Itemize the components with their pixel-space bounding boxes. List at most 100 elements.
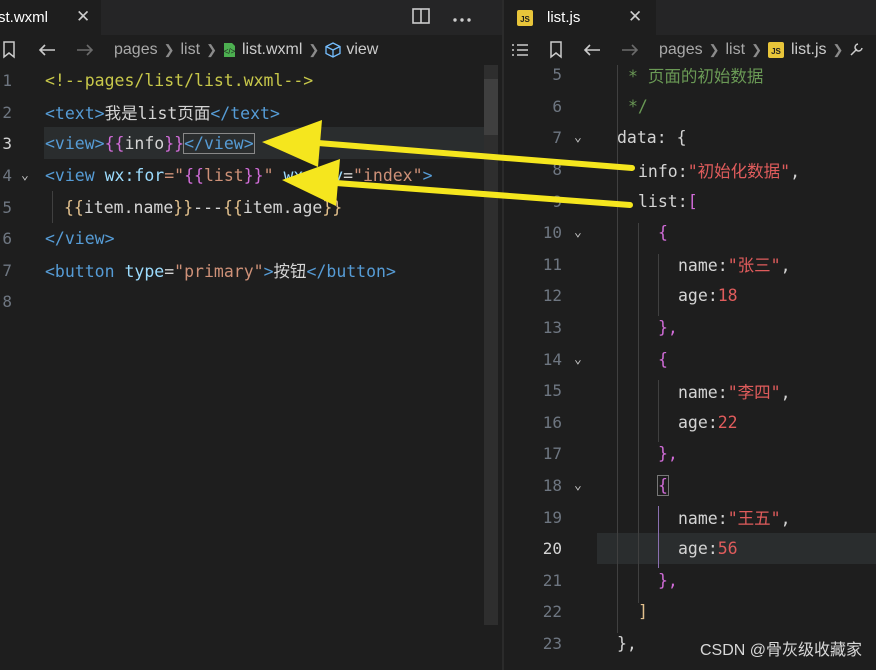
line-number: 6 — [2, 229, 12, 249]
code-text: <!--pages/list/list.wxml--> — [45, 71, 314, 91]
line-number: 21 — [542, 570, 562, 590]
right-tab-bar: JS list.js ✕ — [504, 0, 876, 35]
breadcrumb-item-list[interactable]: list — [181, 41, 201, 59]
more-actions-icon[interactable] — [452, 8, 472, 27]
code-line: 11 name:"张三", — [504, 249, 876, 281]
code-text: data: { — [617, 128, 687, 148]
code-text: list:[ — [638, 191, 698, 211]
breadcrumb-item-symbol[interactable]: view — [346, 41, 378, 59]
tab-list-wxml[interactable]: st.wxml ✕ — [0, 0, 101, 35]
line-number: 7 — [552, 128, 562, 148]
line-number: 2 — [2, 102, 12, 122]
back-arrow-icon[interactable] — [38, 43, 56, 57]
code-text: }, — [617, 634, 637, 654]
forward-arrow-icon[interactable] — [621, 43, 639, 57]
code-line: 7 <button type="primary">按钮</button> — [0, 255, 502, 287]
wxml-editor[interactable]: 1 <!--pages/list/list.wxml--> 2 <text>我是… — [0, 65, 502, 670]
code-text: <view>{{info}}</view> — [45, 133, 255, 155]
wxml-file-icon: </> — [223, 42, 236, 58]
code-line: 16 age:22 — [504, 407, 876, 439]
line-number: 9 — [552, 191, 562, 211]
line-number: 8 — [552, 160, 562, 180]
code-line: 21 }, — [504, 565, 876, 597]
code-line: 3 <view>{{info}}</view> — [0, 128, 502, 160]
line-number: 10 — [542, 223, 562, 243]
code-text: <text>我是list页面</text> — [45, 104, 280, 124]
code-text: * 页面的初始数据 — [628, 66, 764, 86]
line-number: 8 — [2, 292, 12, 312]
line-number: 4 — [2, 166, 12, 186]
breadcrumb-item-list[interactable]: list — [726, 41, 746, 59]
line-number: 23 — [542, 634, 562, 654]
tab-list-js[interactable]: JS list.js ✕ — [504, 0, 656, 35]
code-line: 5 * 页面的初始数据 — [504, 59, 876, 91]
line-number: 17 — [542, 444, 562, 464]
bookmark-icon[interactable] — [549, 41, 563, 59]
code-text: age:22 — [678, 412, 738, 432]
line-number: 15 — [542, 381, 562, 401]
chevron-down-icon[interactable]: ⌄ — [574, 225, 582, 240]
breadcrumb-item-pages[interactable]: pages — [659, 41, 703, 59]
chevron-down-icon[interactable]: ⌄ — [574, 478, 582, 493]
breadcrumb-item-file[interactable]: list.js — [791, 41, 827, 59]
tab-label: st.wxml — [0, 9, 48, 26]
chevron-right-icon: ❯ — [708, 42, 720, 57]
code-text: }, — [658, 318, 678, 338]
code-line: 20 age:56 — [504, 533, 876, 565]
line-number: 20 — [542, 539, 562, 559]
line-number: 19 — [542, 507, 562, 527]
line-number: 18 — [542, 476, 562, 496]
breadcrumb: pages ❯ list ❯ </> list.wxml ❯ view — [0, 35, 502, 65]
code-text: { — [658, 349, 668, 369]
line-number: 3 — [2, 134, 12, 154]
chevron-down-icon[interactable]: ⌄ — [21, 168, 29, 183]
js-file-icon: JS — [517, 9, 533, 26]
code-line: 8 info:"初始化数据", — [504, 154, 876, 186]
close-icon[interactable]: ✕ — [628, 7, 642, 27]
back-arrow-icon[interactable] — [583, 43, 601, 57]
bookmark-icon[interactable] — [2, 41, 16, 59]
breadcrumb-item-file[interactable]: list.wxml — [242, 41, 302, 59]
code-line: 6 */ — [504, 91, 876, 123]
left-tab-bar: st.wxml ✕ — [0, 0, 502, 35]
code-text: </view> — [45, 229, 115, 249]
chevron-right-icon: ❯ — [832, 42, 844, 57]
js-file-icon: JS — [767, 42, 784, 58]
breadcrumb-item-pages[interactable]: pages — [114, 41, 158, 59]
close-icon[interactable]: ✕ — [76, 7, 90, 27]
code-line: 19 name:"王五", — [504, 501, 876, 533]
right-editor-pane: JS list.js ✕ pages ❯ list ❯ JS list.js ❯ — [504, 0, 876, 670]
chevron-down-icon[interactable]: ⌄ — [574, 352, 582, 367]
code-text: age:56 — [678, 539, 738, 559]
chevron-down-icon[interactable]: ⌄ — [574, 130, 582, 145]
code-text: }, — [658, 570, 678, 590]
tab-label: list.js — [547, 9, 581, 26]
left-editor-pane: st.wxml ✕ pages ❯ list ❯ </> list.wxml ❯… — [0, 0, 502, 670]
code-text: */ — [628, 96, 648, 116]
code-line: 2 <text>我是list页面</text> — [0, 97, 502, 129]
cube-symbol-icon — [325, 42, 341, 58]
forward-arrow-icon[interactable] — [76, 43, 94, 57]
code-line: 9 list:[ — [504, 185, 876, 217]
code-text: age:18 — [678, 286, 738, 306]
outline-list-icon[interactable] — [511, 43, 529, 57]
code-line: 8 — [0, 286, 502, 318]
code-line: 1 <!--pages/list/list.wxml--> — [0, 65, 502, 97]
split-editor-icon[interactable] — [412, 7, 430, 28]
code-text: name:"李四", — [678, 382, 791, 402]
wrench-icon — [849, 43, 864, 57]
line-number: 13 — [542, 318, 562, 338]
code-text: name:"王五", — [678, 509, 791, 529]
code-line: 6 </view> — [0, 223, 502, 255]
js-editor[interactable]: 5 * 页面的初始数据 6 */ 7 ⌄ data: { 8 info:"初始化… — [504, 65, 876, 670]
code-text: { — [658, 223, 668, 243]
line-number: 5 — [552, 65, 562, 85]
code-text: name:"张三", — [678, 256, 791, 276]
code-line: 17 }, — [504, 438, 876, 470]
chevron-right-icon: ❯ — [751, 42, 762, 57]
code-text: info:"初始化数据", — [638, 161, 800, 181]
code-line: 5 {{item.name}}---{{item.age}} — [0, 191, 502, 223]
code-line: 12 age:18 — [504, 280, 876, 312]
line-number: 11 — [542, 254, 562, 274]
code-line: 18 ⌄ { — [504, 470, 876, 502]
